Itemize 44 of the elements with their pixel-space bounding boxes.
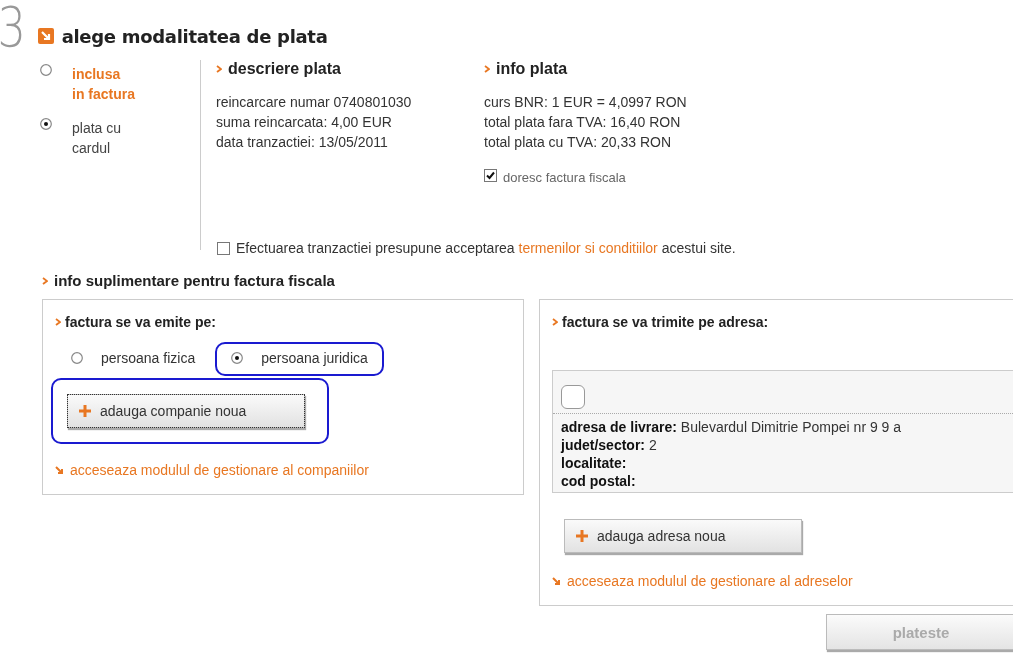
section-title: alege modalitatea de plata bbox=[61, 26, 328, 47]
add-button[interactable]: adauga companie noua bbox=[67, 394, 305, 428]
panel-heading: factura se va emite pe: bbox=[65, 314, 216, 330]
radio-button[interactable] bbox=[231, 352, 244, 364]
payment-option-label: plata cu cardul bbox=[72, 119, 122, 158]
chevron-icon bbox=[42, 276, 48, 285]
add-button[interactable]: adauga adresa noua bbox=[564, 519, 802, 553]
chevron-icon bbox=[55, 318, 61, 326]
address-field: adresa de livrare: Bulevardul Dimitrie Pompei nr 9 9 a bbox=[561, 418, 1005, 436]
radio-label: persoana fizica bbox=[101, 350, 196, 366]
info-line: curs BNR: 1 EUR = 4,0997 RON bbox=[484, 93, 688, 112]
info-line: total plata fara TVA: 16,40 RON bbox=[484, 113, 682, 132]
radio-label: persoana juridica bbox=[261, 350, 368, 366]
radio-button[interactable] bbox=[40, 64, 52, 76]
chevron-icon bbox=[484, 65, 490, 73]
select-box[interactable] bbox=[561, 385, 585, 409]
address-field: judet/sector: 2 bbox=[561, 436, 1005, 454]
terms-text: Efectuarea tranzactiei presupune acceptarea termenilor si conditiilor acestui site. bbox=[236, 240, 736, 256]
payment-option-label: inclusa in factura bbox=[72, 65, 135, 104]
plus-icon bbox=[575, 529, 589, 543]
address-field: cod postal: bbox=[561, 472, 1005, 490]
description-line: data tranzactiei: 13/05/2011 bbox=[216, 133, 389, 152]
column-heading: descriere plata bbox=[228, 60, 341, 78]
radio-button[interactable] bbox=[71, 352, 83, 364]
radio-option[interactable]: persoana juridica bbox=[215, 342, 384, 376]
panel-heading: factura se va trimite pe adresa: bbox=[562, 314, 769, 330]
column-heading: info plata bbox=[496, 60, 568, 78]
address-card[interactable]: adresa de livrare: Bulevardul Dimitrie Pompei nr 9 9 a judet/sector: 2 localitate: cod postal: bbox=[552, 370, 1013, 493]
description-line: reincarcare numar 0740801030 bbox=[216, 93, 413, 112]
checkbox[interactable] bbox=[484, 169, 497, 182]
chevron-icon bbox=[552, 318, 558, 326]
section-heading: info suplimentare pentru factura fiscala bbox=[54, 272, 335, 289]
description-line: suma reincarcata: 4,00 EUR bbox=[216, 113, 393, 132]
address-field: localitate: bbox=[561, 454, 1005, 472]
info-line: total plata cu TVA: 20,33 RON bbox=[484, 133, 673, 152]
plus-icon bbox=[78, 404, 92, 418]
step-number: 3 bbox=[0, 2, 27, 52]
checkbox[interactable] bbox=[217, 241, 230, 255]
arrow-icon bbox=[552, 576, 561, 586]
arrow-icon bbox=[55, 465, 64, 475]
chevron-icon bbox=[216, 65, 222, 73]
radio-button[interactable] bbox=[40, 118, 52, 130]
radio-option[interactable]: persoana fizica bbox=[55, 342, 212, 376]
checkbox-label: doresc factura fiscala bbox=[503, 170, 626, 185]
